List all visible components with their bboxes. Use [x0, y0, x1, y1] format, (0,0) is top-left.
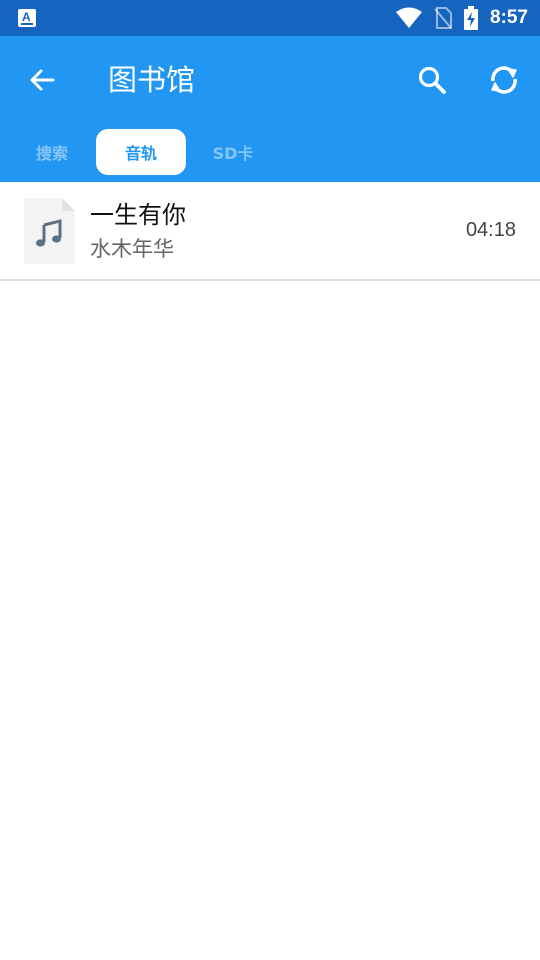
tab-tracks[interactable]: 音轨 [96, 129, 186, 175]
arrow-left-icon [30, 69, 55, 91]
page-title: 图书馆 [108, 63, 196, 97]
search-button[interactable] [408, 56, 456, 104]
status-time: 8:57 [489, 7, 528, 28]
app-bar: 图书馆 搜索 音轨 SD卡 [0, 36, 540, 182]
sync-button[interactable] [480, 56, 528, 104]
tab-search[interactable]: 搜索 [24, 129, 80, 175]
wifi-icon [395, 7, 422, 28]
track-duration: 04:18 [465, 219, 516, 241]
app-notification-icon [18, 9, 36, 27]
sync-icon [491, 66, 517, 94]
track-artist: 水木年华 [90, 237, 174, 261]
search-icon [418, 66, 446, 94]
track-list: 一生有你 水木年华 04:18 [0, 182, 540, 281]
status-bar: 8:57 [0, 0, 540, 36]
track-row[interactable]: 一生有你 水木年华 04:18 [0, 182, 540, 281]
tab-bar: 搜索 音轨 SD卡 [0, 129, 540, 175]
tab-sd-card[interactable]: SD卡 [204, 129, 262, 175]
back-button[interactable] [18, 56, 66, 104]
track-title: 一生有你 [90, 201, 186, 229]
music-file-icon [24, 198, 75, 264]
no-sim-icon [434, 7, 452, 29]
battery-charging-icon [463, 6, 478, 30]
status-right: 8:57 [395, 0, 528, 36]
